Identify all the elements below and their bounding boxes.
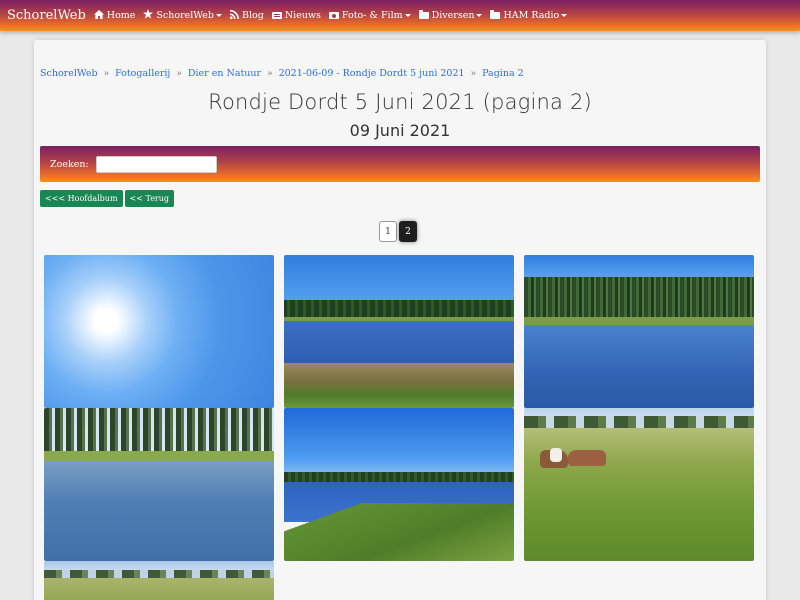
photo-thumbnail-2[interactable] <box>284 255 514 408</box>
album-nav-buttons: <<< Hoofdalbum << Terug <box>40 190 176 207</box>
photo-thumbnail-6[interactable] <box>524 408 754 561</box>
chevron-down-icon <box>561 14 568 17</box>
main-content: SchorelWeb » Fotogallerij » Dier en Natu… <box>34 40 766 600</box>
chevron-down-icon <box>404 14 411 17</box>
folder-icon <box>490 10 501 19</box>
nav-home-label: Home <box>106 10 136 21</box>
top-navbar: SchorelWeb Home SchorelWeb Blog Nieuws F… <box>0 0 800 31</box>
nav-diversen-label: Diversen <box>431 10 475 21</box>
breadcrumb-item-current-page[interactable]: Pagina 2 <box>482 68 524 79</box>
nav-blog[interactable]: Blog <box>229 9 264 22</box>
folder-icon <box>418 10 429 19</box>
home-icon <box>93 9 104 22</box>
page-title: Rondje Dordt 5 Juni 2021 (pagina 2) <box>208 90 592 114</box>
photo-thumbnail-7[interactable] <box>44 561 274 600</box>
photo-thumbnail-5[interactable] <box>284 408 514 561</box>
newspaper-icon <box>271 12 282 19</box>
chevron-down-icon <box>476 14 483 17</box>
breadcrumb-separator: » <box>103 68 110 79</box>
photo-thumbnail-3[interactable] <box>524 255 754 408</box>
breadcrumb-separator: » <box>470 68 477 79</box>
nav-ham-radio-label: HAM Radio <box>503 10 560 21</box>
nav-schorelweb-label: SchorelWeb <box>156 10 214 21</box>
breadcrumb-item-fotogallerij[interactable]: Fotogallerij <box>115 68 170 79</box>
nav-schorelweb-dropdown[interactable]: SchorelWeb <box>143 9 222 22</box>
chevron-down-icon <box>215 14 222 17</box>
nav-foto-film-label: Foto- & Film <box>341 10 403 21</box>
breadcrumb-separator: » <box>176 68 182 79</box>
breadcrumb-item-album[interactable]: 2021-06-09 - Rondje Dordt 5 juni 2021 <box>279 68 465 79</box>
rss-icon <box>229 9 239 22</box>
pagination: 1 2 <box>379 221 419 242</box>
nav-nieuws[interactable]: Nieuws <box>271 10 321 21</box>
nav-nieuws-label: Nieuws <box>284 10 321 21</box>
nav-ham-radio-dropdown[interactable]: HAM Radio <box>490 10 568 21</box>
nav-blog-label: Blog <box>241 10 264 21</box>
star-icon <box>143 9 154 22</box>
nav-foto-film-dropdown[interactable]: Foto- & Film <box>328 10 411 21</box>
breadcrumb-separator: » <box>267 68 273 79</box>
brand-logo-link[interactable]: SchorelWeb <box>7 8 86 23</box>
nav-home[interactable]: Home <box>93 9 136 22</box>
breadcrumb-item-schorelweb[interactable]: SchorelWeb <box>40 68 98 79</box>
search-bar: Zoeken: <box>40 146 760 182</box>
main-album-button[interactable]: <<< Hoofdalbum <box>40 190 123 207</box>
search-label: Zoeken: <box>50 158 89 170</box>
page-1-button[interactable]: 1 <box>379 221 397 242</box>
photo-thumbnail-1[interactable] <box>44 255 274 408</box>
breadcrumb: SchorelWeb » Fotogallerij » Dier en Natu… <box>40 68 524 79</box>
back-button[interactable]: << Terug <box>124 190 175 207</box>
photo-thumbnail-4[interactable] <box>44 408 274 561</box>
camera-icon <box>328 12 339 19</box>
page-2-button[interactable]: 2 <box>399 221 417 242</box>
page-subtitle: 09 Juni 2021 <box>349 121 451 140</box>
nav-diversen-dropdown[interactable]: Diversen <box>418 10 483 21</box>
search-input[interactable] <box>95 155 217 173</box>
breadcrumb-item-dier-en-natuur[interactable]: Dier en Natuur <box>188 68 261 79</box>
